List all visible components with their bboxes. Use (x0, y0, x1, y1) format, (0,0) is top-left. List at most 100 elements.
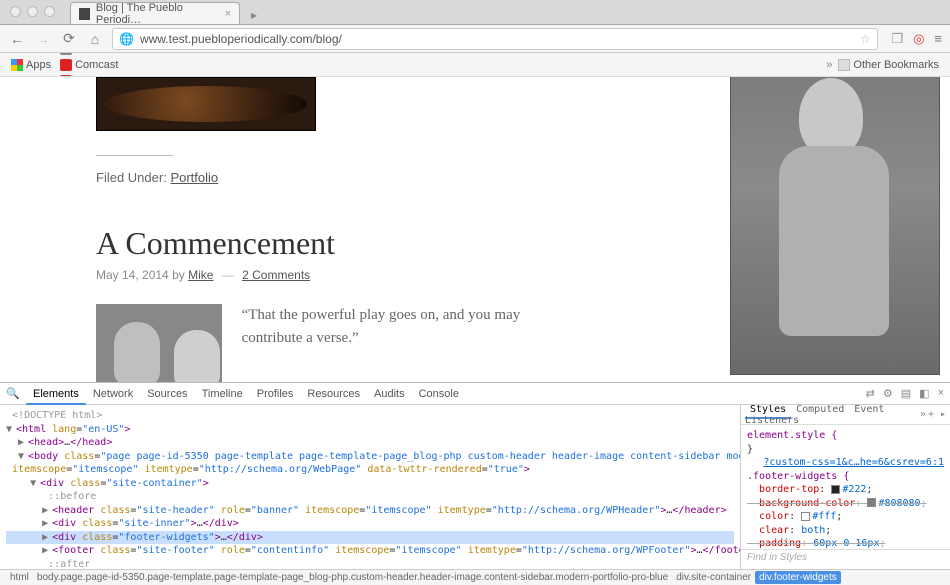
bookmark-item[interactable]: Comcast (57, 57, 172, 73)
rule-selector[interactable]: .footer-widgets { (747, 471, 849, 482)
find-in-styles[interactable]: Find in Styles (741, 549, 950, 569)
post-thumbnail[interactable] (96, 304, 222, 382)
devtools-tab-elements[interactable]: Elements (26, 385, 86, 405)
devtools-tab-network[interactable]: Network (86, 385, 140, 403)
brace: } (747, 443, 944, 457)
tab-title: Blog | The Pueblo Periodi… (96, 2, 219, 26)
source-link[interactable]: ?custom-css=1&c…he=6&csrev=6:1 (763, 457, 944, 468)
devtools-tab-profiles[interactable]: Profiles (250, 385, 301, 403)
devtools-tab-timeline[interactable]: Timeline (195, 385, 250, 403)
devtools: 🔍 ElementsNetworkSourcesTimelineProfiles… (0, 382, 950, 585)
dom-line[interactable]: ▶<head>…</head> (6, 436, 734, 450)
post-title[interactable]: A Commencement (96, 225, 576, 262)
dom-line-selected[interactable]: ▶<div class="footer-widgets">…</div> (6, 531, 734, 545)
bookmark-icon (60, 59, 72, 71)
breadcrumb-item[interactable]: div.site-container (672, 571, 755, 584)
extension-icons: ❐ ◎ ≡ (886, 30, 942, 47)
other-bookmarks-label: Other Bookmarks (853, 59, 939, 71)
dom-line[interactable]: ▼<div class="site-container"> (6, 477, 734, 491)
css-rules[interactable]: element.style { } ?custom-css=1&c…he=6&c… (741, 425, 950, 549)
dom-line[interactable]: ::after (6, 558, 734, 570)
post-excerpt: “That the powerful play goes on, and you… (242, 304, 576, 382)
bookmarks-bar: Apps BlogNewsWea SummChief web mailpolan… (0, 53, 950, 77)
nav-toolbar: ← → ⟳ ⌂ 🌐 www.test.puebloperiodically.co… (0, 25, 950, 53)
dom-tree[interactable]: <!DOCTYPE html> ▼<html lang="en-US"> ▶<h… (0, 405, 740, 569)
bookmark-label: The Aussie Board (75, 53, 162, 55)
breadcrumb-item[interactable]: html (6, 571, 33, 584)
browser-tab[interactable]: Blog | The Pueblo Periodi… × (70, 2, 240, 24)
reload-button[interactable]: ⟳ (60, 30, 78, 47)
post-date: May 14, 2014 (96, 268, 169, 282)
dom-line[interactable]: ▼<body class="page page-id-5350 page-tem… (6, 450, 734, 477)
breadcrumb-item[interactable]: body.page.page-id-5350.page-template.pag… (33, 571, 672, 584)
featured-image[interactable] (96, 77, 316, 131)
apps-button[interactable]: Apps (8, 57, 54, 73)
url-text: www.test.puebloperiodically.com/blog/ (140, 32, 342, 46)
divider (96, 155, 173, 156)
css-declaration[interactable]: background-color: #808080; (747, 497, 944, 511)
post-row: “That the powerful play goes on, and you… (96, 304, 576, 382)
bookmark-star-icon[interactable]: ☆ (860, 32, 871, 46)
favicon-icon (79, 8, 90, 20)
devtools-tabs: 🔍 ElementsNetworkSourcesTimelineProfiles… (0, 383, 950, 405)
other-bookmarks[interactable]: Other Bookmarks (835, 57, 942, 73)
inspect-icon[interactable]: 🔍 (6, 387, 20, 400)
category-link[interactable]: Portfolio (170, 170, 218, 185)
devtools-toggle-icon[interactable]: ⇄ (866, 387, 875, 400)
rule-selector[interactable]: element.style { (747, 430, 837, 441)
traffic-light-min[interactable] (27, 6, 38, 17)
meta-dash: — (222, 268, 234, 282)
by-label: by (172, 268, 185, 282)
back-button[interactable]: ← (8, 31, 26, 47)
comments-link[interactable]: 2 Comments (242, 268, 310, 282)
dom-line[interactable]: ▶<footer class="site-footer" role="conte… (6, 544, 734, 558)
close-tab-icon[interactable]: × (225, 8, 231, 20)
ext-icon-2[interactable]: ◎ (913, 31, 924, 46)
filed-under: Filed Under: Portfolio (96, 170, 576, 185)
devtools-dock-icon[interactable]: ◧ (919, 387, 929, 400)
post-meta: May 14, 2014 by Mike — 2 Comments (96, 268, 576, 282)
bookmark-icon (60, 53, 72, 55)
devtools-drawer-icon[interactable]: ▤ (901, 387, 911, 400)
devtools-tab-console[interactable]: Console (412, 385, 466, 403)
ext-icon-1[interactable]: ❐ (892, 31, 904, 46)
apps-icon (11, 59, 23, 71)
styles-panel: StylesComputedEvent Listeners » + ▸ elem… (740, 405, 950, 569)
dom-line[interactable]: ▼<html lang="en-US"> (6, 423, 734, 437)
devtools-settings-icon[interactable]: ⚙ (883, 387, 893, 400)
devtools-close-icon[interactable]: × (938, 387, 944, 400)
add-rule-icon[interactable]: + (928, 409, 934, 420)
devtools-tab-sources[interactable]: Sources (140, 385, 194, 403)
tab-strip: Blog | The Pueblo Periodi… × ▸ (0, 0, 950, 25)
dom-line[interactable]: <!DOCTYPE html> (6, 409, 734, 423)
bookmarks-overflow[interactable]: » (826, 59, 832, 71)
traffic-light-max[interactable] (44, 6, 55, 17)
menu-icon[interactable]: ≡ (934, 31, 942, 46)
css-declaration[interactable]: border-top: #222; (747, 483, 944, 497)
breadcrumb-trail: htmlbody.page.page-id-5350.page-template… (0, 569, 950, 585)
apps-label: Apps (26, 59, 51, 71)
author-link[interactable]: Mike (188, 268, 213, 282)
css-declaration[interactable]: padding: 60px 0 16px; (747, 537, 944, 549)
main-content: Filed Under: Portfolio A Commencement Ma… (96, 77, 576, 382)
styles-overflow-icon[interactable]: » (920, 409, 926, 420)
home-button[interactable]: ⌂ (86, 31, 104, 47)
address-bar[interactable]: 🌐 www.test.puebloperiodically.com/blog/ … (112, 28, 878, 50)
styles-menu-icon[interactable]: ▸ (940, 409, 946, 420)
dom-line[interactable]: ▶<div class="site-inner">…</div> (6, 517, 734, 531)
sidebar-photo[interactable] (730, 77, 940, 375)
devtools-tab-audits[interactable]: Audits (367, 385, 412, 403)
new-tab-button[interactable]: ▸ (244, 8, 264, 24)
dom-line[interactable]: ::before (6, 490, 734, 504)
css-declaration[interactable]: clear: both; (747, 524, 944, 538)
breadcrumb-item[interactable]: div.footer-widgets (755, 571, 841, 584)
traffic-light-close[interactable] (10, 6, 21, 17)
bookmark-label: Comcast (75, 59, 118, 71)
forward-button[interactable]: → (34, 31, 52, 47)
css-declaration[interactable]: color: #fff; (747, 510, 944, 524)
filed-label: Filed Under: (96, 170, 167, 185)
window-controls (10, 6, 55, 17)
dom-line[interactable]: ▶<header class="site-header" role="banne… (6, 504, 734, 518)
site-icon: 🌐 (119, 32, 134, 46)
devtools-tab-resources[interactable]: Resources (300, 385, 367, 403)
